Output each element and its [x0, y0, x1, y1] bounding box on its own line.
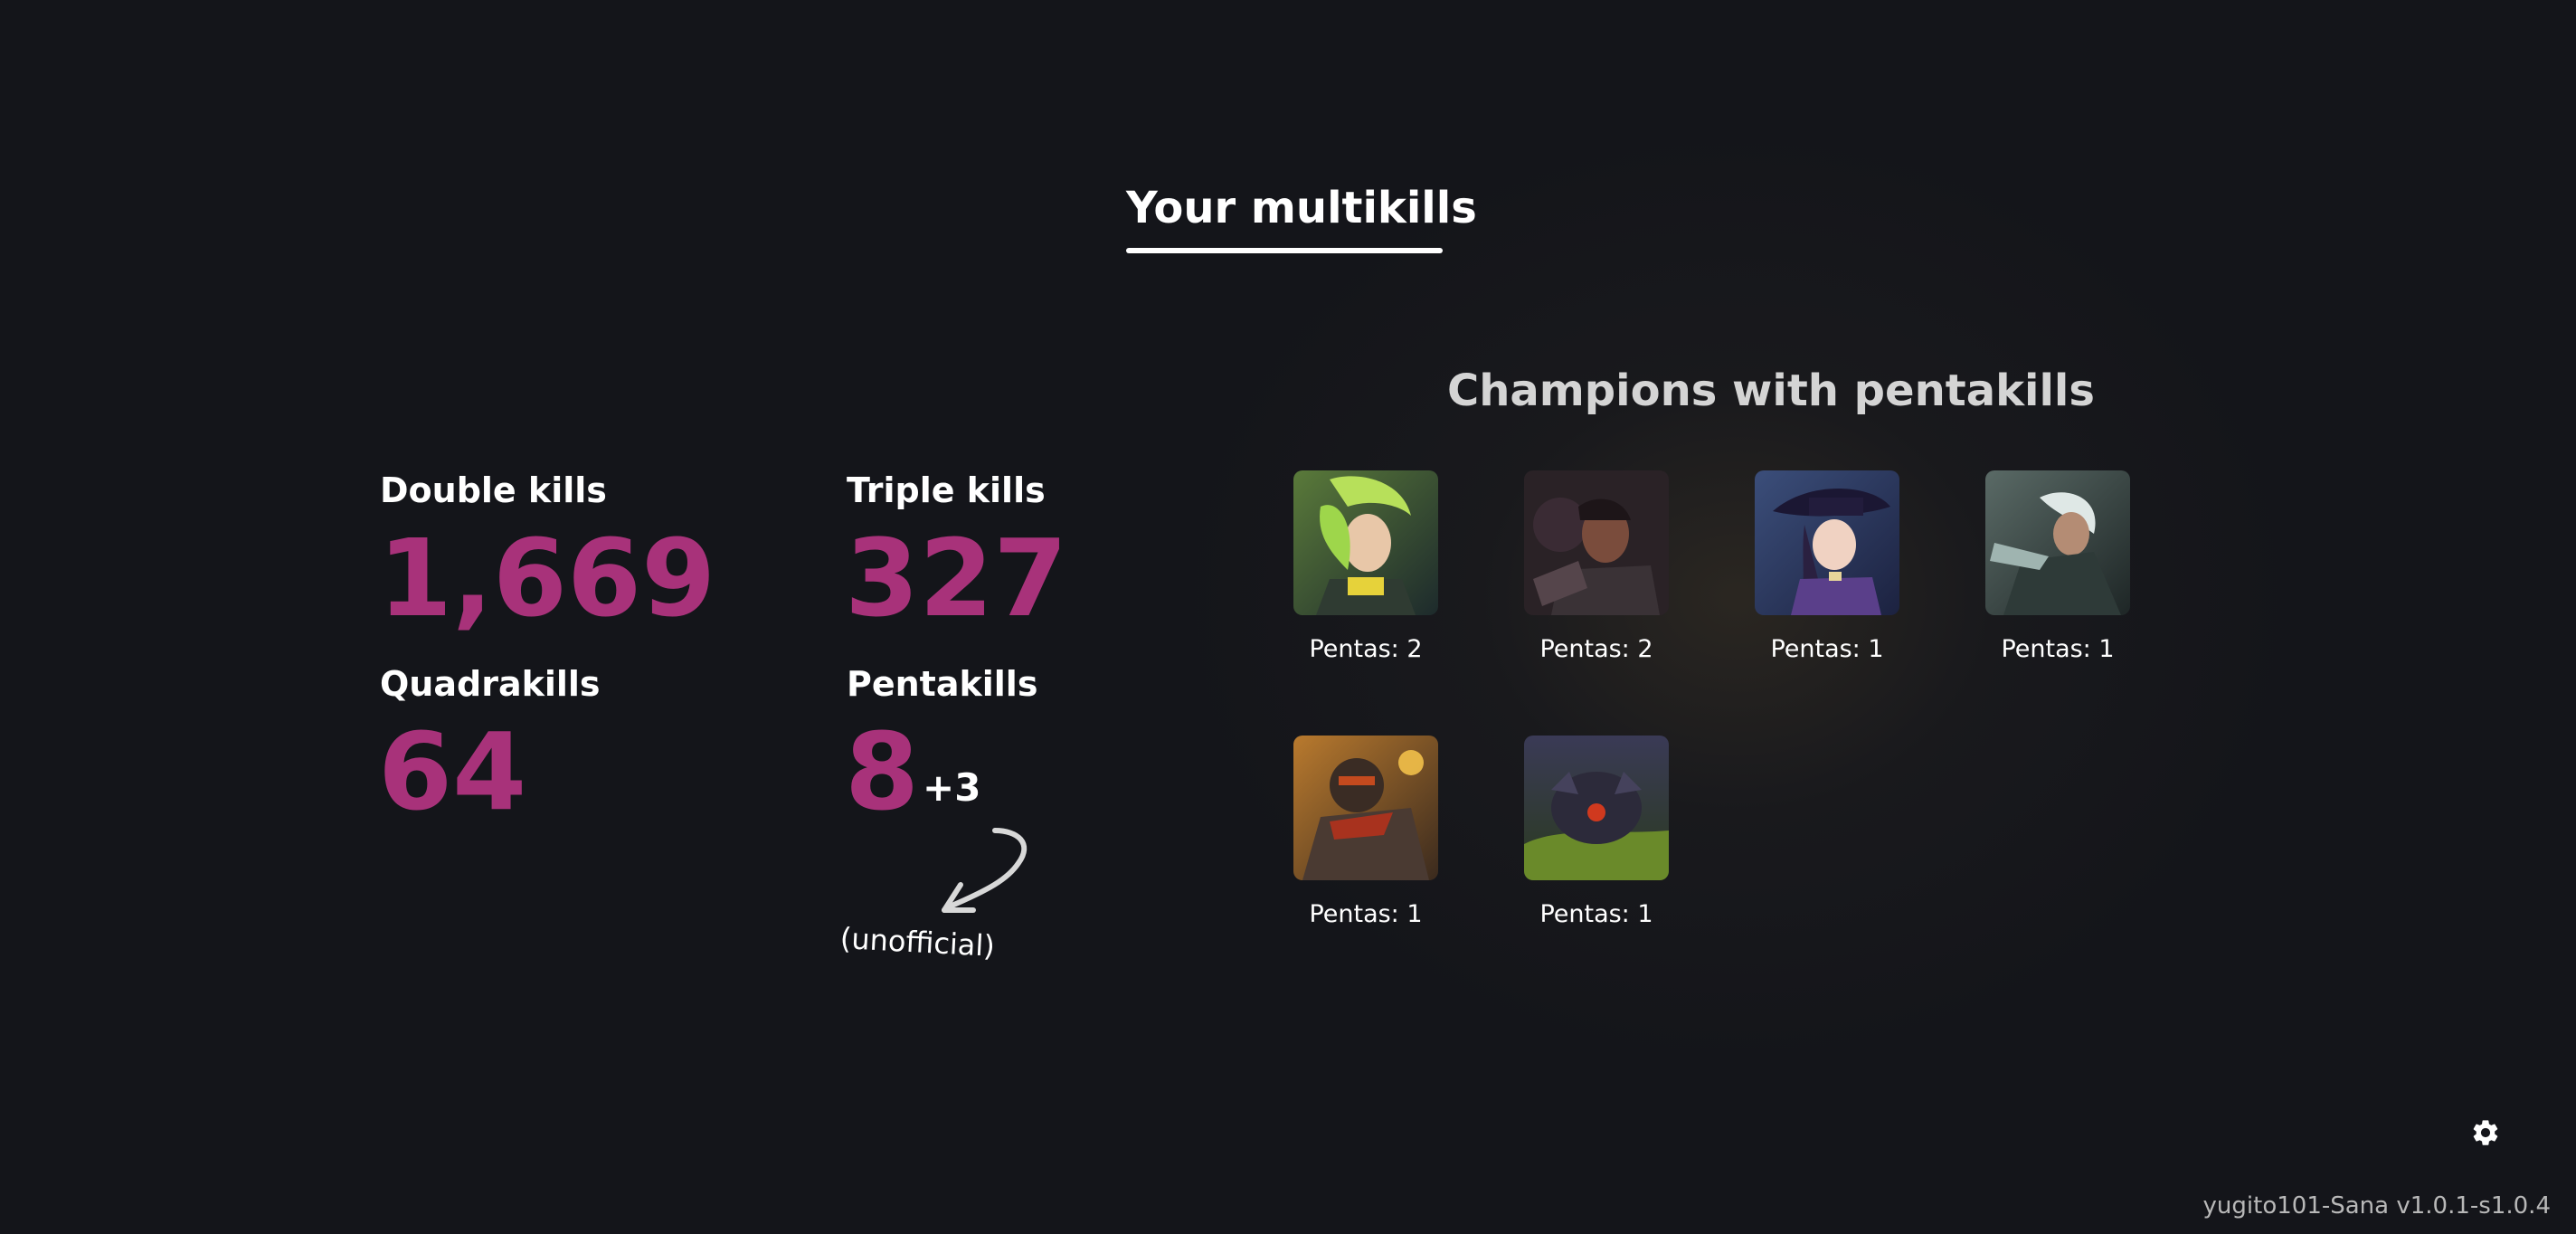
champion-pentas-label: Pentas: 1: [1770, 635, 1884, 663]
gear-icon[interactable]: [2470, 1117, 2501, 1148]
unofficial-note: (unofficial): [839, 921, 996, 963]
double-kills-value: 1,669: [378, 516, 716, 641]
title-underline: [1126, 248, 1443, 253]
champion-portrait-akshan: [1985, 470, 2130, 615]
champion-pentas-label: Pentas: 1: [1309, 900, 1423, 928]
champion-pentas-label: Pentas: 1: [1539, 900, 1653, 928]
multikills-page: Your multikills Double kills 1,669 Tripl…: [0, 0, 2576, 1234]
champions-heading: Champions with pentakills: [1447, 365, 2095, 416]
curved-arrow-icon: [942, 828, 1028, 913]
quadrakills-value: 64: [378, 709, 527, 834]
champion-portrait-caitlyn: [1755, 470, 1899, 615]
champion-portrait-zeri: [1293, 470, 1438, 615]
champion-portrait-graves: [1293, 736, 1438, 880]
champion-pentas-label: Pentas: 2: [1539, 635, 1653, 663]
champion-card: Pentas: 1: [1755, 470, 1899, 663]
unofficial-pentakills-bonus: +3: [923, 765, 981, 810]
champion-pentas-label: Pentas: 1: [2001, 635, 2115, 663]
champion-card: Pentas: 1: [1293, 736, 1438, 928]
champion-portrait-lucian: [1524, 470, 1669, 615]
triple-kills-value: 327: [845, 516, 1068, 641]
double-kills-label: Double kills: [380, 470, 607, 510]
champion-pentas-label: Pentas: 2: [1309, 635, 1423, 663]
version-label: yugito101-Sana v1.0.1-s1.0.4: [2202, 1192, 2551, 1220]
champion-card: Pentas: 1: [1985, 470, 2130, 663]
triple-kills-label: Triple kills: [847, 470, 1046, 510]
pentakills-label: Pentakills: [847, 664, 1038, 704]
champion-card: Pentas: 2: [1293, 470, 1438, 663]
champion-card: Pentas: 1: [1524, 736, 1669, 928]
pentakills-value: 8: [845, 709, 920, 834]
page-title: Your multikills: [1126, 183, 1477, 233]
champion-portrait-kogmaw: [1524, 736, 1669, 880]
quadrakills-label: Quadrakills: [380, 664, 601, 704]
champion-card: Pentas: 2: [1524, 470, 1669, 663]
